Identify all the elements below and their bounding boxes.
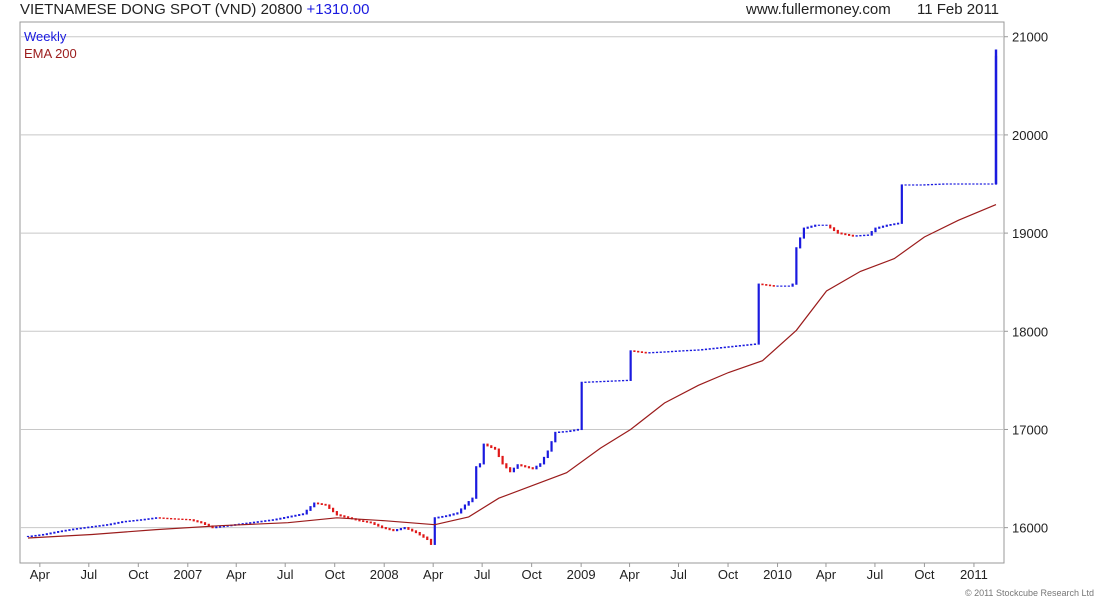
x-tick-label: 2009: [567, 567, 596, 582]
x-tick-label: Apr: [619, 567, 640, 582]
y-tick-label: 18000: [1012, 324, 1048, 339]
x-tick-label: 2011: [960, 567, 988, 582]
x-tick-label: Apr: [30, 567, 51, 582]
y-tick-label: 17000: [1012, 422, 1048, 437]
x-tick-label: 2008: [370, 567, 399, 582]
legend-ema: EMA 200: [24, 46, 77, 61]
y-tick-label: 16000: [1012, 521, 1048, 536]
y-tick-label: 20000: [1012, 128, 1048, 143]
plot-frame: [19, 21, 1005, 564]
x-tick-label: 2010: [763, 567, 792, 582]
chart-title: VIETNAMESE DONG SPOT (VND) 20800 +1310.0…: [20, 1, 369, 18]
y-tick-label: 19000: [1012, 226, 1048, 241]
grid-lines: [20, 36, 1004, 529]
x-tick-label: Jul: [867, 567, 884, 582]
price-series: [26, 49, 998, 545]
x-tick-label: Oct: [718, 567, 739, 582]
x-tick-label: Oct: [522, 567, 543, 582]
chart-date: 11 Feb 2011: [917, 1, 1000, 18]
x-tick-label: Oct: [325, 567, 346, 582]
y-axis-ticks: 16000 17000 18000 19000 20000 21000: [1004, 30, 1048, 536]
ema-line: [27, 204, 997, 539]
chart: 16000 17000 18000 19000 20000 21000 Apr Jul Oct…: [19, 21, 1048, 582]
x-tick-label: Jul: [80, 567, 97, 582]
x-axis-ticks: Apr Jul Oct 2007 Apr Jul Oct 2008 Apr Jul Oct 2009 A…: [30, 563, 988, 582]
copyright: © 2011 Stockcube Research Ltd: [964, 588, 1094, 598]
x-tick-label: Oct: [914, 567, 935, 582]
x-tick-label: Oct: [128, 567, 149, 582]
y-tick-label: 21000: [1012, 30, 1048, 45]
x-tick-label: 2007: [173, 567, 202, 582]
x-tick-label: Jul: [670, 567, 687, 582]
x-tick-label: Jul: [474, 567, 491, 582]
title-text: VIETNAMESE DONG SPOT (VND) 20800: [20, 1, 303, 18]
legend-weekly: Weekly: [24, 29, 67, 44]
x-tick-label: Apr: [816, 567, 837, 582]
x-tick-label: Apr: [423, 567, 444, 582]
site-url[interactable]: www.fullermoney.com: [746, 1, 891, 18]
x-tick-label: Apr: [226, 567, 247, 582]
price-change: +1310.00: [306, 1, 370, 18]
x-tick-label: Jul: [277, 567, 294, 582]
